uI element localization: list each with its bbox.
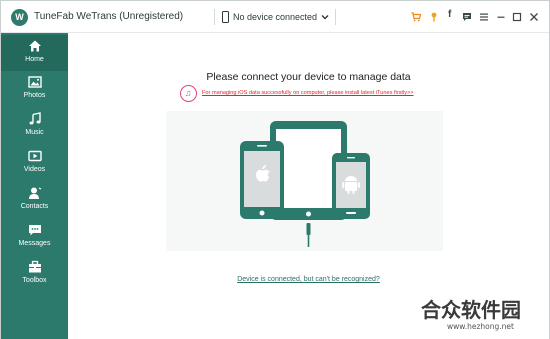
- android-logo-leg: [347, 190, 350, 194]
- sidebar-item-label: Toolbox: [22, 277, 47, 284]
- divider: [335, 9, 336, 25]
- android-logo-leg: [352, 190, 355, 194]
- device-status: No device connected: [233, 12, 318, 22]
- minimize-icon[interactable]: [496, 12, 506, 22]
- app-logo-letter: W: [15, 12, 24, 22]
- phone-icon: [222, 11, 229, 23]
- chevron-down-icon[interactable]: [320, 12, 330, 22]
- android-logo-arm: [342, 182, 345, 188]
- maximize-icon[interactable]: [512, 12, 522, 22]
- apple-logo: [256, 169, 270, 182]
- sidebar-item-home[interactable]: Home: [1, 35, 68, 71]
- facebook-icon[interactable]: f: [448, 9, 451, 20]
- watermark-logo: 合众软件园: [421, 298, 521, 322]
- watermark-url: www.hezhong.net: [447, 322, 514, 331]
- photos-icon: [28, 75, 42, 89]
- divider: [214, 9, 215, 25]
- sidebar-item-contacts[interactable]: Contacts: [1, 182, 68, 218]
- sidebar-item-label: Messages: [18, 240, 51, 247]
- title-bar: W TuneFab WeTrans (Unregistered) No devi…: [1, 1, 549, 33]
- watermark: 合众软件园 www.hezhong.net: [421, 294, 549, 338]
- itunes-icon: ♫: [180, 85, 197, 102]
- sidebar-item-messages[interactable]: Messages: [1, 219, 68, 255]
- messages-icon: [28, 223, 42, 237]
- sidebar-item-label: Contacts: [20, 203, 49, 210]
- android-logo-arm: [357, 182, 360, 188]
- connect-headline: Please connect your device to manage dat…: [206, 71, 411, 83]
- android-home-button: [346, 212, 356, 214]
- sidebar-item-videos[interactable]: Videos: [1, 145, 68, 181]
- cart-icon[interactable]: [411, 12, 421, 22]
- sidebar-item-music[interactable]: Music: [1, 108, 68, 144]
- devices-graphic: [240, 121, 370, 247]
- toolbox-icon: [28, 260, 42, 274]
- feedback-icon[interactable]: [462, 12, 472, 22]
- android-speaker: [347, 157, 355, 159]
- app-window: W TuneFab WeTrans (Unregistered) No devi…: [0, 0, 550, 339]
- itunes-install-link[interactable]: For managing iOS data successfully on co…: [202, 90, 414, 96]
- contacts-icon: [28, 186, 42, 200]
- sidebar-item-label: Music: [25, 129, 44, 136]
- sidebar-item-label: Videos: [23, 166, 46, 173]
- sidebar-item-label: Home: [25, 56, 44, 63]
- key-icon[interactable]: [429, 12, 439, 22]
- videos-icon: [28, 149, 42, 163]
- sidebar-item-photos[interactable]: Photos: [1, 71, 68, 107]
- home-icon: [28, 39, 42, 53]
- itunes-notice: ♫ For managing iOS data successfully on …: [180, 85, 450, 103]
- device-not-recognized-link[interactable]: Device is connected, but can't be recogn…: [68, 276, 549, 283]
- close-icon[interactable]: [529, 12, 539, 22]
- app-logo-icon: W: [11, 9, 28, 26]
- android-logo-body: [345, 182, 357, 191]
- menu-icon[interactable]: [479, 12, 489, 22]
- tablet-home-button: [306, 211, 311, 217]
- sidebar-item-toolbox[interactable]: Toolbox: [1, 256, 68, 292]
- iphone-speaker: [257, 145, 267, 147]
- usb-connector: [306, 223, 311, 235]
- sidebar-item-label: Photos: [23, 92, 46, 99]
- tablet-screen: [276, 129, 341, 208]
- iphone-home-button: [259, 210, 265, 216]
- music-icon: [28, 112, 42, 126]
- sidebar: Home Photos Music Videos Contacts Messag…: [1, 33, 68, 339]
- device-selector[interactable]: No device connected: [214, 8, 334, 28]
- device-illustration: [166, 111, 443, 251]
- app-title: TuneFab WeTrans (Unregistered): [34, 11, 184, 22]
